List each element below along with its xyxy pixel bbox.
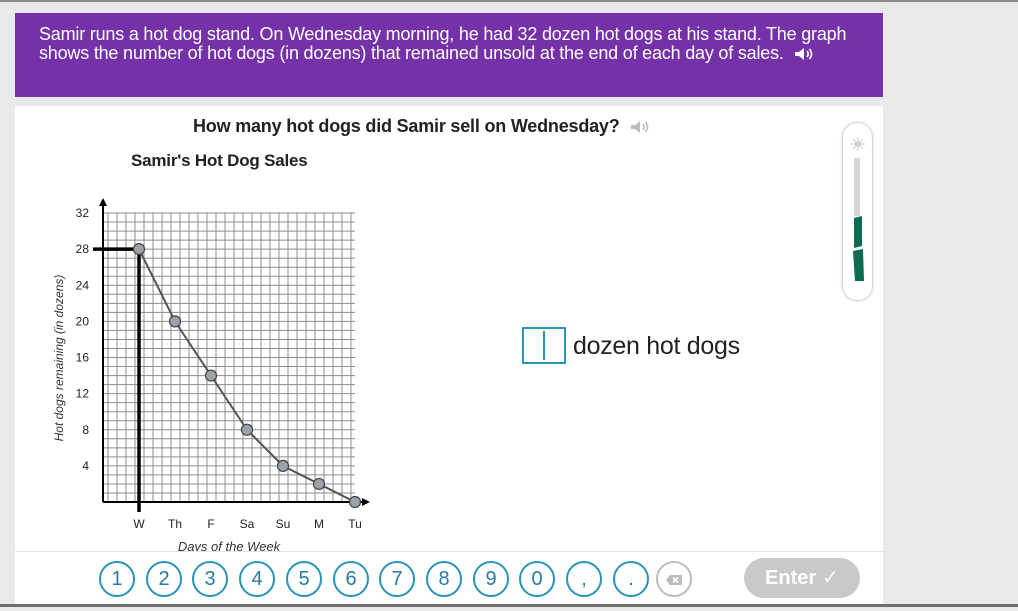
backspace-icon (666, 575, 682, 585)
key-7-button[interactable]: 7 (379, 561, 415, 597)
y-axis-label: Hot dogs remaining (in dozens) (52, 275, 66, 442)
answer-input[interactable] (522, 327, 566, 364)
data-point (312, 477, 326, 491)
data-point (276, 459, 290, 472)
chart-highlight (93, 247, 141, 512)
progress-fill (854, 216, 862, 248)
x-tick-label: W (133, 517, 145, 531)
y-tick-label: 12 (76, 387, 90, 401)
y-tick-label: 20 (76, 314, 90, 328)
y-axis-arrow (99, 198, 107, 206)
x-tick-label: F (207, 517, 214, 531)
key-0-button[interactable]: 0 (519, 561, 555, 597)
key-2-button[interactable]: 2 (146, 561, 182, 597)
enter-label: Enter (765, 567, 817, 589)
key-3-button[interactable]: 3 (192, 561, 228, 597)
key-9-button[interactable]: 9 (473, 561, 509, 597)
backspace-button[interactable] (656, 561, 692, 597)
progress-track-empty (854, 158, 860, 216)
key-period-button[interactable]: . (613, 561, 649, 597)
chart-grid (103, 212, 355, 502)
x-axis-arrow (362, 498, 370, 506)
x-tick-label: Sa (240, 517, 255, 531)
enter-button[interactable]: Enter ✓ (744, 558, 860, 598)
progress-fill (853, 249, 864, 281)
x-tick-label: Su (276, 517, 291, 531)
y-tick-label: 32 (76, 206, 90, 220)
answer-unit-label: dozen hot dogs (573, 332, 740, 360)
x-tick-label: Th (168, 517, 182, 531)
data-point (348, 495, 362, 509)
data-point (240, 423, 254, 436)
key-5-button[interactable]: 5 (286, 561, 322, 597)
progress-widget (842, 122, 873, 301)
x-tick-label: M (314, 517, 324, 531)
sparkle-icon (851, 137, 865, 151)
key-1-button[interactable]: 1 (99, 561, 135, 597)
key-4-button[interactable]: 4 (239, 561, 275, 597)
key-6-button[interactable]: 6 (333, 561, 369, 597)
y-tick-label: 4 (82, 459, 89, 473)
y-tick-label: 24 (76, 278, 90, 292)
answer-digit-divider (543, 331, 545, 360)
y-tick-label: 16 (76, 351, 90, 365)
key-8-button[interactable]: 8 (426, 561, 462, 597)
window-bottom-border (0, 604, 1018, 607)
data-point (204, 369, 218, 382)
key-comma-button[interactable]: , (566, 561, 602, 597)
checkmark-icon: ✓ (822, 567, 839, 589)
data-point (168, 315, 182, 328)
y-tick-label: 28 (76, 242, 90, 256)
data-point (132, 243, 146, 256)
y-tick-label: 8 (82, 423, 89, 437)
x-tick-label: Tu (348, 517, 362, 531)
